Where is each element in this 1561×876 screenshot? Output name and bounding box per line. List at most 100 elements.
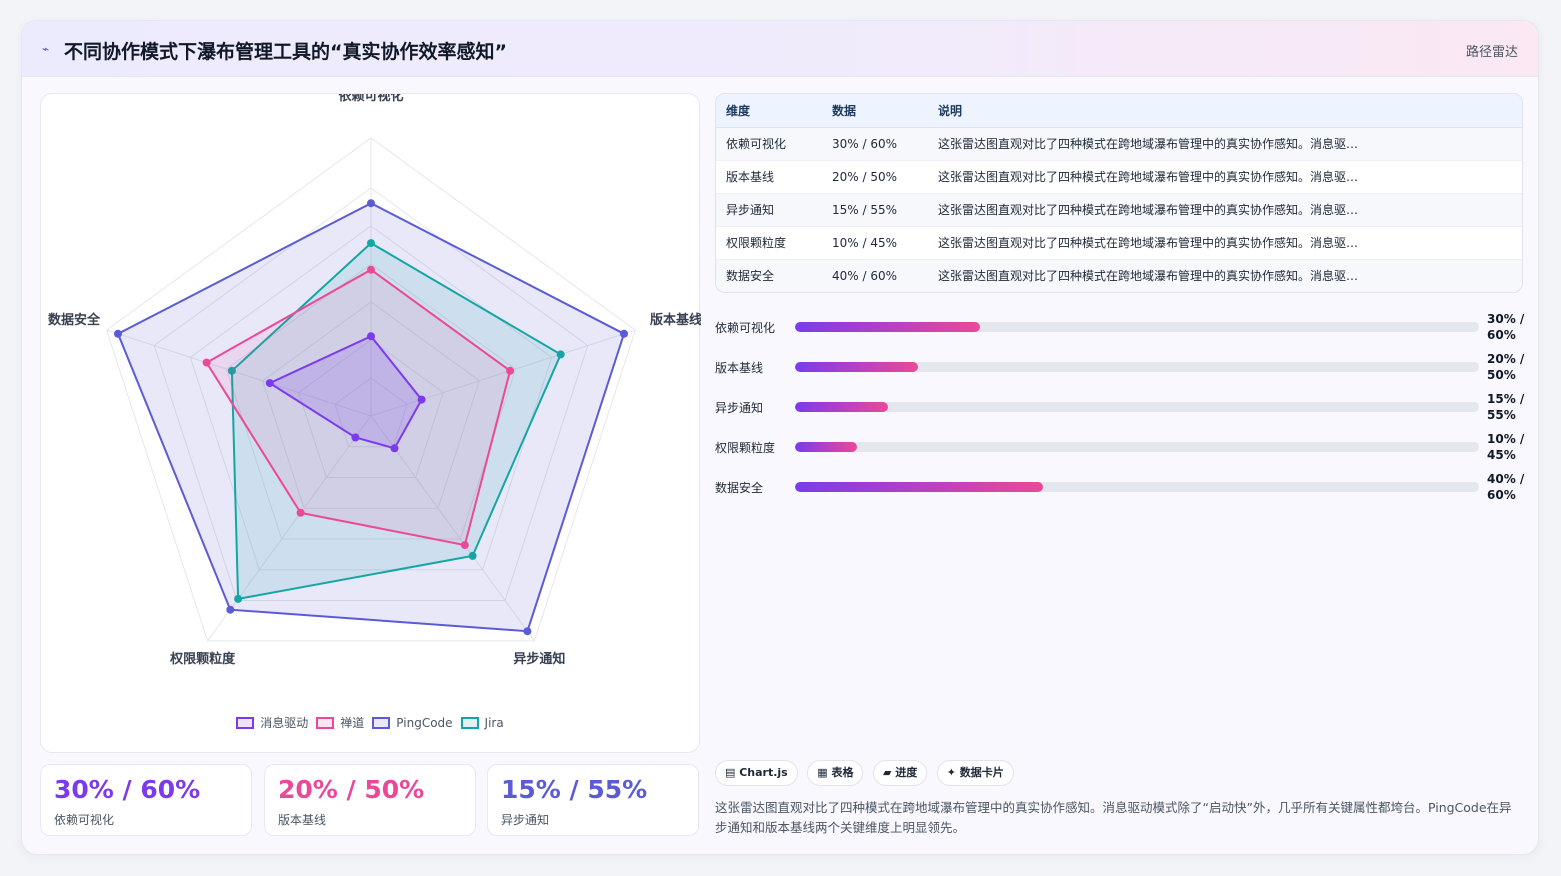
progress-value-line: 30% /	[1487, 312, 1525, 326]
table-cell: 依赖可视化	[716, 127, 822, 161]
legend-item[interactable]: PingCode	[372, 715, 453, 730]
chip-row: ▤ Chart.js ▦ 表格 ▰ 进度 ✦ 数据卡片	[715, 760, 1020, 786]
column-header: 说明	[928, 94, 1522, 128]
progress-fill	[795, 442, 857, 452]
progress-track	[795, 402, 1479, 412]
chip-chartjs[interactable]: ▤ Chart.js	[715, 760, 798, 786]
legend-item[interactable]: 禅道	[316, 714, 364, 731]
series-point	[226, 605, 235, 614]
progress-label: 权限颗粒度	[715, 441, 776, 455]
table-cell: 异步通知	[716, 193, 822, 227]
progress-track	[795, 362, 1479, 372]
series-point	[114, 329, 122, 338]
progress-value: 10% / 45%	[1487, 431, 1527, 463]
series-point	[620, 329, 628, 338]
dashboard-card: ⌁ 不同协作模式下瀑布管理工具的“真实协作效率感知” 路径雷达 依赖可视化 版本基…	[21, 20, 1539, 855]
chip-data-cards[interactable]: ✦ 数据卡片	[936, 760, 1014, 786]
series-point	[367, 199, 375, 208]
stat-label: 依赖可视化	[54, 813, 115, 827]
stat-value: 15% / 55%	[501, 775, 648, 804]
progress-value: 40% / 60%	[1487, 471, 1527, 503]
progress-row: 数据安全 40% / 60%	[715, 467, 1524, 507]
axis-label: 权限颗粒度	[169, 651, 236, 667]
table-cell: 这张雷达图直观对比了四种模式在跨地域瀑布管理中的真实协作感知。消息驱…	[928, 259, 1522, 292]
progress-row: 版本基线 20% / 50%	[715, 347, 1524, 387]
progress-label: 异步通知	[715, 401, 764, 415]
series-point	[367, 265, 375, 274]
stat-label: 版本基线	[278, 813, 327, 827]
table-row: 数据安全 40% / 60% 这张雷达图直观对比了四种模式在跨地域瀑布管理中的真…	[716, 259, 1522, 292]
progress-value: 30% / 60%	[1487, 311, 1527, 343]
series-point	[556, 350, 565, 359]
header-tag: 路径雷达	[1465, 45, 1518, 60]
progress-fill	[795, 362, 919, 372]
table-cell: 权限颗粒度	[716, 226, 822, 260]
series-point	[367, 239, 375, 248]
table-cell: 15% / 55%	[822, 193, 928, 227]
column-header: 数据	[822, 94, 928, 128]
progress-value-line: 45%	[1487, 448, 1516, 462]
series-point	[506, 366, 515, 375]
progress-value: 20% / 50%	[1487, 351, 1527, 383]
axis-label: 数据安全	[48, 312, 101, 328]
summary-text: 这张雷达图直观对比了四种模式在跨地域瀑布管理中的真实协作感知。消息驱动模式除了“…	[715, 800, 1512, 835]
data-table: 维度 数据 说明 依赖可视化 30% / 60% 这张雷达图直观对比了四种模式在…	[715, 93, 1523, 293]
table-row: 异步通知 15% / 55% 这张雷达图直观对比了四种模式在跨地域瀑布管理中的真…	[716, 193, 1522, 227]
progress-fill	[795, 402, 889, 412]
legend-swatch	[460, 716, 479, 729]
table-cell: 这张雷达图直观对比了四种模式在跨地域瀑布管理中的真实协作感知。消息驱…	[928, 127, 1522, 161]
legend-item[interactable]: Jira	[460, 716, 504, 730]
progress-label: 依赖可视化	[715, 321, 776, 335]
stat-card-1: 30% / 60% 依赖可视化	[40, 764, 252, 836]
legend-label: 禅道	[340, 716, 365, 730]
progress-track	[795, 442, 1479, 452]
table-cell: 这张雷达图直观对比了四种模式在跨地域瀑布管理中的真实协作感知。消息驱…	[928, 160, 1522, 194]
table-cell: 20% / 50%	[822, 160, 928, 194]
progress-list: 依赖可视化 30% / 60% 版本基线 20% / 50% 异步通知 15% / 5…	[715, 307, 1524, 507]
legend-swatch	[236, 716, 255, 729]
table-cell: 10% / 45%	[822, 226, 928, 260]
series-point	[296, 508, 305, 517]
table-cell: 30% / 60%	[822, 127, 928, 161]
progress-value-line: 15% /	[1487, 392, 1525, 406]
series-point	[234, 594, 243, 603]
page-title: 不同协作模式下瀑布管理工具的“真实协作效率感知”	[64, 41, 507, 63]
series-point	[417, 395, 426, 404]
series-point	[460, 541, 469, 550]
legend-label: PingCode	[396, 715, 453, 730]
progress-label: 版本基线	[715, 361, 764, 375]
series-point	[390, 444, 399, 453]
table-row: 权限颗粒度 10% / 45% 这张雷达图直观对比了四种模式在跨地域瀑布管理中的…	[716, 226, 1522, 260]
radar-chart: 依赖可视化版本基线异步通知 权限颗粒度 数据安全	[48, 94, 701, 667]
progress-value-line: 60%	[1487, 328, 1516, 342]
stat-label: 异步通知	[501, 813, 550, 827]
axis-label: 版本基线	[650, 312, 701, 328]
progress-label: 数据安全	[715, 481, 764, 495]
table-row: 版本基线 20% / 50% 这张雷达图直观对比了四种模式在跨地域瀑布管理中的真…	[716, 160, 1522, 194]
legend-item[interactable]: 消息驱动	[236, 714, 308, 731]
series-point	[367, 332, 375, 341]
series-point	[468, 551, 477, 560]
progress-value-line: 60%	[1487, 488, 1516, 502]
progress-value-line: 55%	[1487, 408, 1516, 422]
stat-card-2: 20% / 50% 版本基线	[264, 764, 476, 836]
progress-value-line: 50%	[1487, 368, 1516, 382]
stat-value: 30% / 60%	[54, 775, 201, 804]
progress-fill	[795, 482, 1044, 492]
table-cell: 版本基线	[716, 160, 822, 194]
table-cell: 40% / 60%	[822, 259, 928, 292]
chip-progress[interactable]: ▰ 进度	[872, 760, 928, 786]
header: ⌁ 不同协作模式下瀑布管理工具的“真实协作效率感知” 路径雷达	[22, 21, 1538, 77]
progress-track	[795, 482, 1479, 492]
legend-swatch	[316, 716, 335, 729]
series-point	[523, 627, 532, 636]
radar-chart-panel: 依赖可视化 版本基线 异步通知 权限颗粒度 数据安全 消息驱动 禅道 PingCode Jir…	[40, 93, 701, 753]
table-cell: 数据安全	[716, 259, 822, 292]
table-cell: 这张雷达图直观对比了四种模式在跨地域瀑布管理中的真实协作感知。消息驱…	[928, 226, 1522, 260]
axis-label: 依赖可视化	[338, 94, 403, 104]
progress-value: 15% / 55%	[1487, 391, 1527, 423]
progress-value-line: 40% /	[1487, 472, 1525, 486]
progress-value-line: 10% /	[1487, 432, 1525, 446]
table-header-row: 维度 数据 说明	[716, 94, 1522, 128]
chip-table[interactable]: ▦ 表格	[807, 760, 864, 786]
